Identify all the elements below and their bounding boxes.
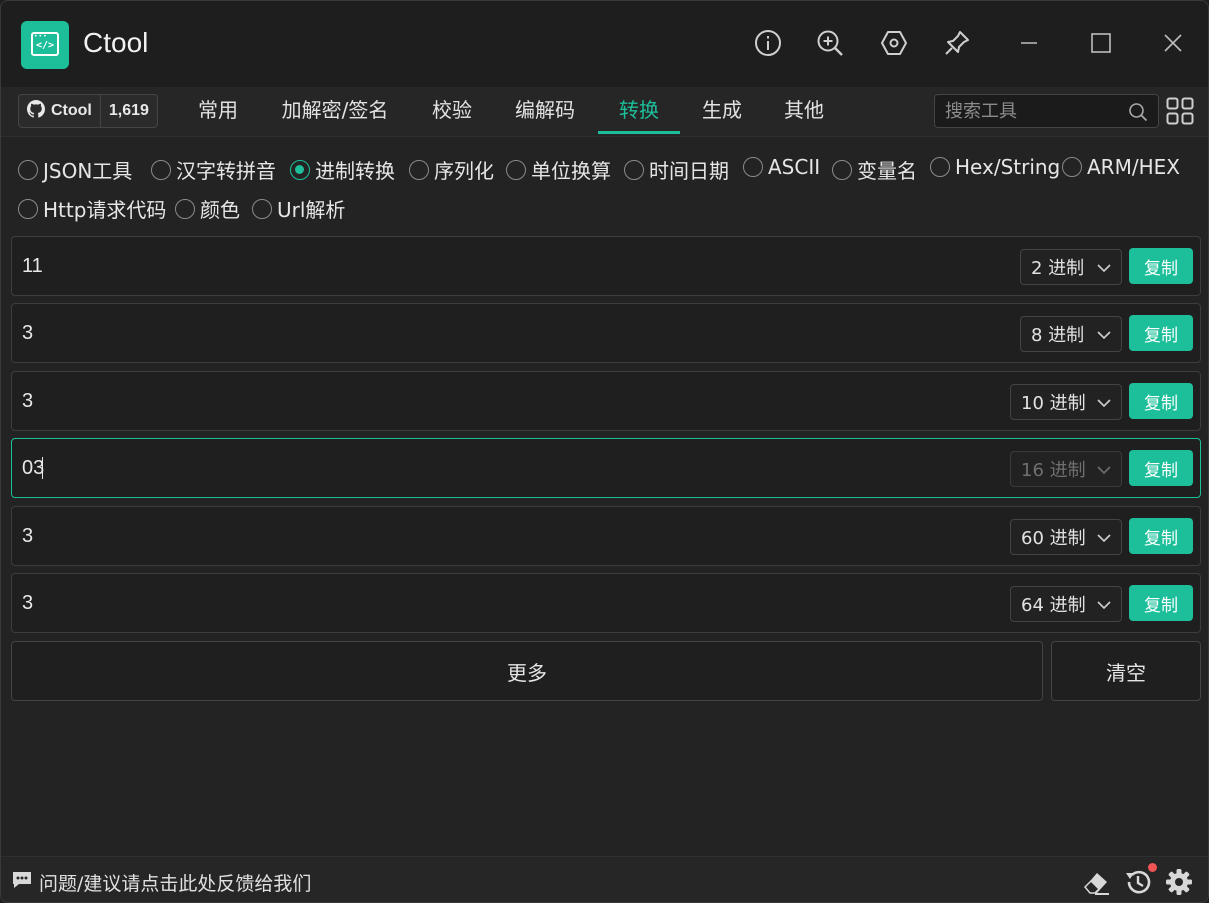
active-tab-indicator: [598, 131, 680, 134]
tab-generate[interactable]: 生成: [692, 87, 752, 135]
radio-icon: [832, 159, 852, 180]
info-icon[interactable]: [752, 27, 784, 59]
radio-checked-icon: [290, 159, 310, 180]
app-window: ••• </> Ctool Ctool 1,619 常用 加解密/签名 校验 编…: [0, 0, 1209, 903]
settings-hex-icon[interactable]: [878, 27, 910, 59]
base-select-2[interactable]: 2 进制: [1020, 249, 1122, 285]
tool-radio-datetime[interactable]: 时间日期: [624, 155, 729, 184]
copy-button[interactable]: 复制: [1129, 315, 1193, 351]
status-bar: 问题/建议请点击此处反馈给我们: [1, 856, 1208, 902]
base-row-60: 60 进制 复制: [11, 506, 1201, 566]
copy-button[interactable]: 复制: [1129, 585, 1193, 621]
radio-icon: [18, 198, 38, 219]
app-logo-icon: ••• </>: [21, 21, 69, 69]
tool-radio-arm-hex[interactable]: ARM/HEX: [1062, 155, 1180, 179]
tool-radio-serialize[interactable]: 序列化: [409, 155, 494, 184]
copy-button[interactable]: 复制: [1129, 450, 1193, 486]
tab-checksum[interactable]: 校验: [422, 87, 482, 135]
feedback-link[interactable]: 问题/建议请点击此处反馈给我们: [11, 869, 311, 896]
base-select-64[interactable]: 64 进制: [1010, 586, 1122, 622]
pin-icon[interactable]: [941, 27, 973, 59]
base-row-8: 8 进制 复制: [11, 303, 1201, 363]
base-16-input[interactable]: [22, 451, 922, 485]
radio-icon: [252, 198, 272, 219]
title-bar: ••• </> Ctool: [1, 1, 1208, 87]
tool-radio-http-code[interactable]: Http请求代码: [18, 194, 166, 223]
history-icon[interactable]: [1123, 867, 1153, 897]
base-64-input[interactable]: [22, 586, 922, 620]
chevron-down-icon: [1097, 594, 1111, 615]
search-input[interactable]: [935, 95, 1125, 127]
close-icon[interactable]: [1157, 27, 1189, 59]
eraser-icon[interactable]: [1081, 867, 1111, 897]
more-button[interactable]: 更多: [11, 641, 1043, 701]
base-select-8[interactable]: 8 进制: [1020, 316, 1122, 352]
base-10-input[interactable]: [22, 384, 922, 418]
tab-codec[interactable]: 编解码: [504, 87, 586, 135]
base-row-10: 10 进制 复制: [11, 371, 1201, 431]
search-icon[interactable]: [1128, 102, 1148, 126]
notification-badge: [1148, 863, 1157, 872]
gear-icon[interactable]: [1164, 867, 1194, 897]
copy-button[interactable]: 复制: [1129, 518, 1193, 554]
copy-button[interactable]: 复制: [1129, 248, 1193, 284]
tab-other[interactable]: 其他: [774, 87, 834, 135]
radio-icon: [175, 198, 195, 219]
tool-radio-varname[interactable]: 变量名: [832, 155, 917, 184]
radio-icon: [743, 157, 763, 177]
base-2-input[interactable]: [22, 249, 922, 283]
tab-crypto[interactable]: 加解密/签名: [271, 87, 399, 135]
github-icon: [27, 99, 45, 123]
radio-icon: [151, 159, 171, 180]
copy-button[interactable]: 复制: [1129, 383, 1193, 419]
grid-menu-icon[interactable]: [1166, 97, 1194, 125]
chevron-down-icon: [1097, 392, 1111, 413]
tab-common[interactable]: 常用: [188, 87, 248, 135]
tool-radio-color[interactable]: 颜色: [175, 194, 240, 223]
tool-radio-unit[interactable]: 单位换算: [506, 155, 611, 184]
radio-icon: [18, 159, 38, 180]
base-row-64: 64 进制 复制: [11, 573, 1201, 633]
github-stars: 1,619: [108, 102, 149, 119]
tool-radio-pinyin[interactable]: 汉字转拼音: [151, 155, 276, 184]
clear-button[interactable]: 清空: [1051, 641, 1201, 701]
minimize-icon[interactable]: [1013, 27, 1045, 59]
radio-icon: [930, 157, 950, 177]
base-row-2: 2 进制 复制: [11, 236, 1201, 296]
app-title: Ctool: [83, 27, 149, 58]
tool-radio-ascii[interactable]: ASCII: [743, 155, 820, 179]
radio-icon: [506, 159, 526, 180]
chat-bubble-icon: [11, 870, 33, 895]
github-label: Ctool: [51, 102, 92, 119]
base-row-16: 16 进制 复制: [11, 438, 1201, 498]
chevron-down-icon: [1097, 527, 1111, 548]
base-60-input[interactable]: [22, 519, 922, 553]
search-box: [934, 94, 1159, 128]
chevron-down-icon: [1097, 324, 1111, 345]
tool-radio-base-convert[interactable]: 进制转换: [290, 155, 395, 184]
tool-radio-hex-string[interactable]: Hex/String: [930, 155, 1060, 179]
text-cursor: [42, 457, 43, 479]
chevron-down-icon: [1097, 459, 1111, 480]
base-select-16[interactable]: 16 进制: [1010, 451, 1122, 487]
radio-icon: [1062, 157, 1082, 177]
tool-radio-json[interactable]: JSON工具: [18, 155, 132, 184]
maximize-icon[interactable]: [1085, 27, 1117, 59]
base-select-10[interactable]: 10 进制: [1010, 384, 1122, 420]
zoom-in-icon[interactable]: [814, 27, 846, 59]
base-8-input[interactable]: [22, 316, 922, 350]
base-select-60[interactable]: 60 进制: [1010, 519, 1122, 555]
tab-convert[interactable]: 转换: [598, 87, 680, 135]
radio-icon: [624, 159, 644, 180]
radio-icon: [409, 159, 429, 180]
github-badge[interactable]: Ctool 1,619: [18, 94, 158, 128]
chevron-down-icon: [1097, 257, 1111, 278]
tool-radio-url-parse[interactable]: Url解析: [252, 194, 345, 223]
